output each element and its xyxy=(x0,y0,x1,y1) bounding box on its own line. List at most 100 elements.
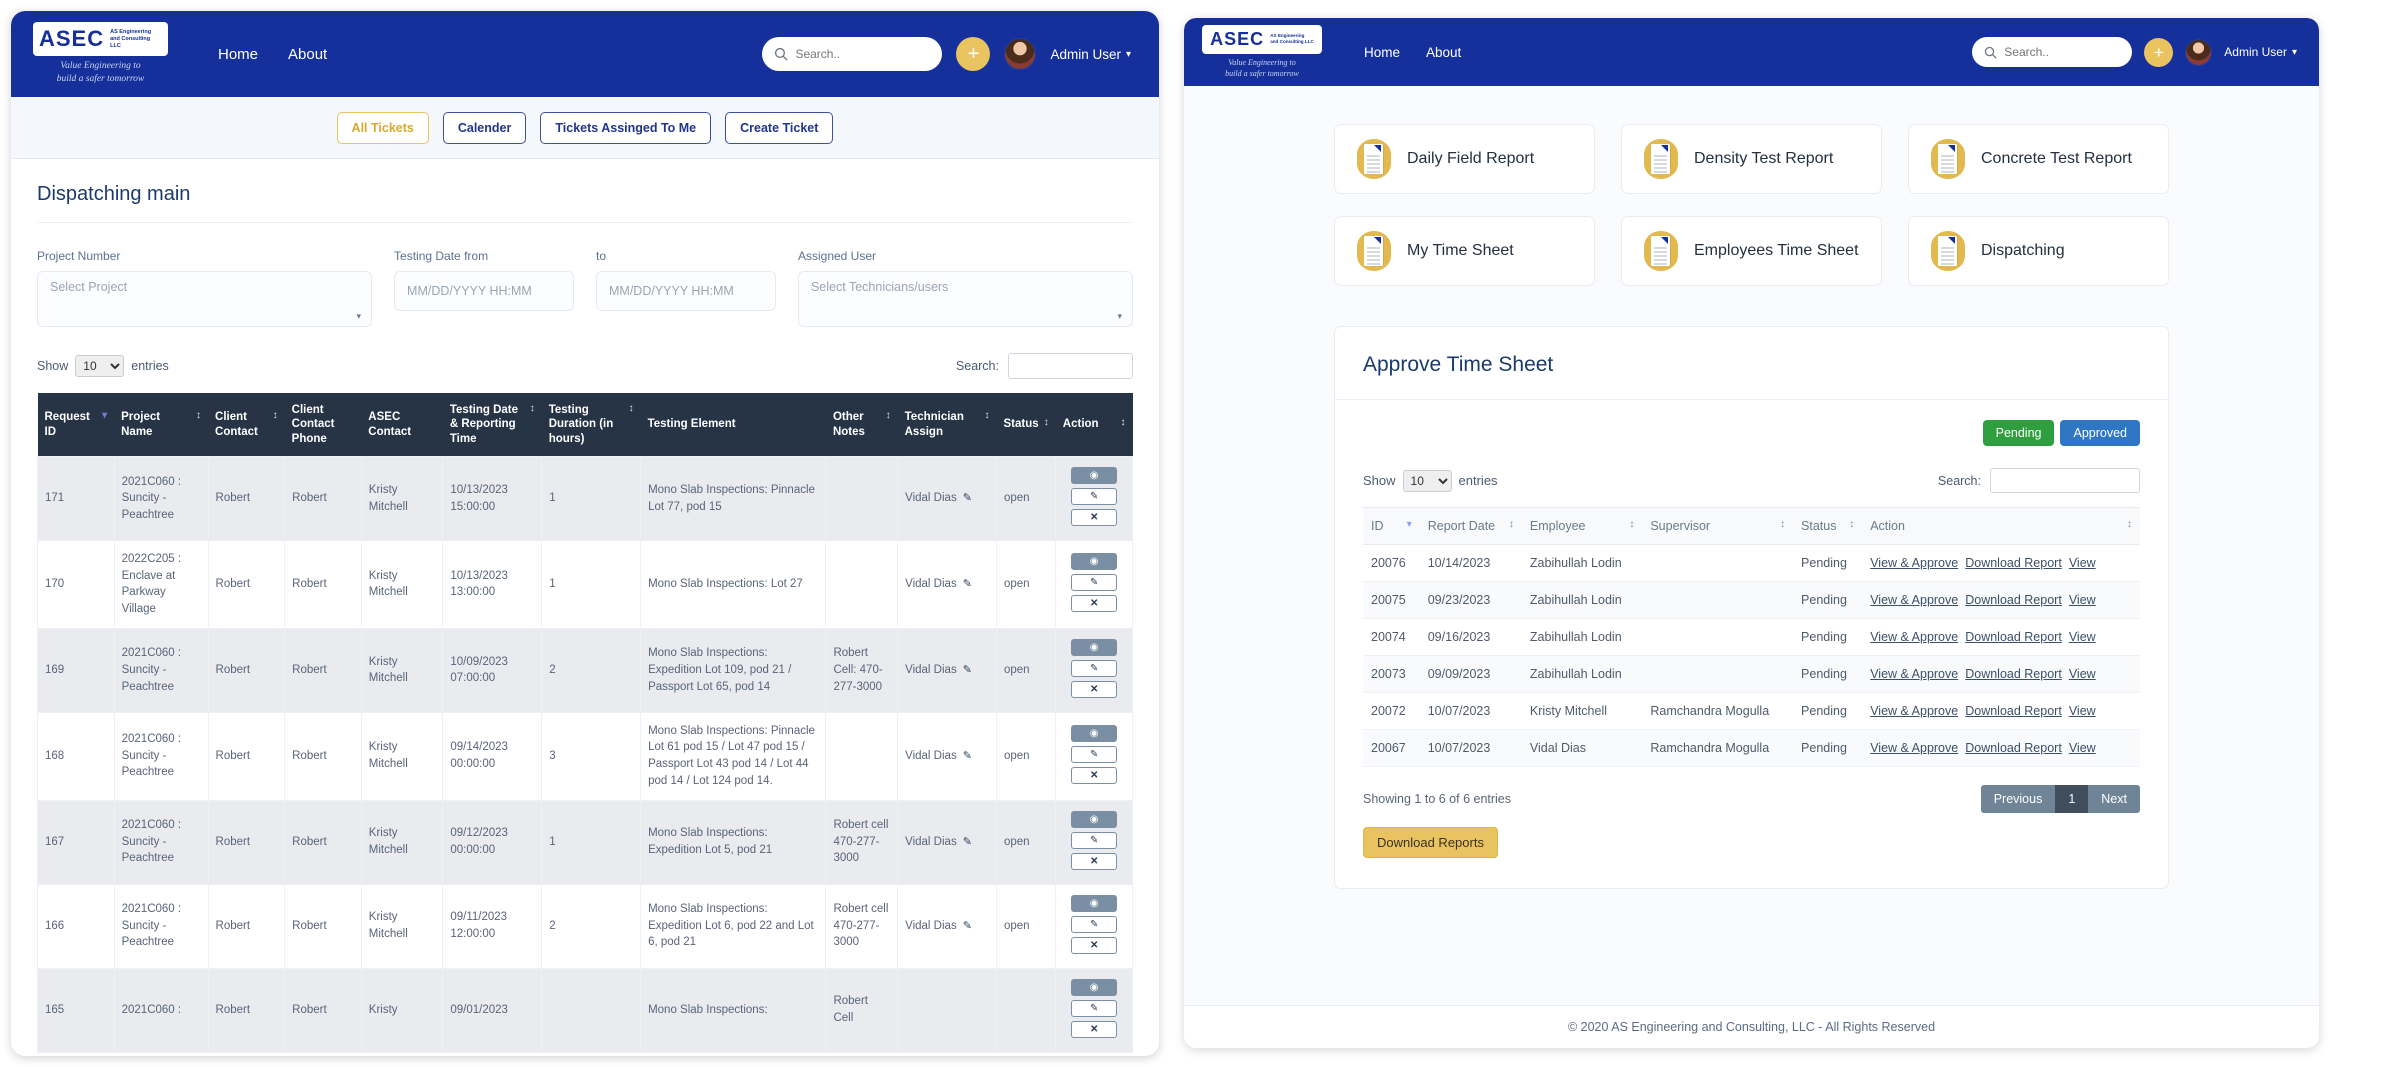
column-header-6[interactable]: ↕ Testing Duration (in hours) xyxy=(541,393,641,457)
column-header-0[interactable]: ID ▾ xyxy=(1363,507,1420,545)
table-row[interactable]: 20075 09/23/2023 Zabihullah Lodin Pending Vi… xyxy=(1363,581,2140,619)
column-header-5[interactable]: Action ↕ xyxy=(1862,507,2140,545)
tile-daily-field-report[interactable]: Daily Field Report xyxy=(1334,124,1595,194)
pagination-previous[interactable]: Previous xyxy=(1980,785,2056,813)
tile-my-time-sheet[interactable]: My Time Sheet xyxy=(1334,216,1595,286)
date-to-input[interactable]: MM/DD/YYYY HH:MM xyxy=(596,271,776,311)
action-view[interactable]: View xyxy=(2069,667,2096,681)
tile-concrete-test-report[interactable]: Concrete Test Report xyxy=(1908,124,2169,194)
action-view-approve[interactable]: View & Approve xyxy=(1870,630,1958,644)
view-button[interactable]: ◉ xyxy=(1071,724,1118,742)
action-view[interactable]: View xyxy=(2069,704,2096,718)
tile-employees-time-sheet[interactable]: Employees Time Sheet xyxy=(1621,216,1882,286)
table-row[interactable]: 169 2021C060 : Suncity - Peachtree Robert R… xyxy=(37,627,1133,713)
table-row[interactable]: 171 2021C060 : Suncity - Peachtree Robert R… xyxy=(37,456,1133,542)
avatar[interactable] xyxy=(1004,38,1037,70)
sort-icon[interactable]: ↕ xyxy=(1780,519,1785,530)
sort-icon[interactable]: ↕ xyxy=(886,410,891,423)
sort-icon[interactable]: ↕ xyxy=(1629,519,1634,530)
edit-pencil-icon[interactable]: ✎ xyxy=(963,664,972,676)
sort-desc-icon[interactable]: ▾ xyxy=(1407,519,1412,530)
pagination-page-1[interactable]: 1 xyxy=(2055,785,2089,813)
tile-density-test-report[interactable]: Density Test Report xyxy=(1621,124,1882,194)
nav-item-about[interactable]: About xyxy=(1426,45,1461,60)
tile-dispatching[interactable]: Dispatching xyxy=(1908,216,2169,286)
table-row[interactable]: 167 2021C060 : Suncity - Peachtree Robert R… xyxy=(37,799,1133,885)
sort-icon[interactable]: ↕ xyxy=(1044,417,1049,430)
column-header-8[interactable]: ↕ Other Notes xyxy=(825,393,898,457)
sort-icon[interactable]: ↕ xyxy=(530,403,535,416)
nav-item-about[interactable]: About xyxy=(288,46,327,63)
action-view-approve[interactable]: View & Approve xyxy=(1870,667,1958,681)
table-row[interactable]: 170 2022C205 : Enclave at Parkway Village… xyxy=(37,540,1133,629)
table-row[interactable]: 168 2021C060 : Suncity - Peachtree Robert R… xyxy=(37,711,1133,801)
table-row[interactable]: 166 2021C060 : Suncity - Peachtree Robert R… xyxy=(37,883,1133,969)
view-button[interactable]: ◉ xyxy=(1071,467,1118,485)
view-button[interactable]: ◉ xyxy=(1071,894,1118,912)
add-button[interactable]: + xyxy=(2144,37,2174,67)
nav-item-home[interactable]: Home xyxy=(218,46,258,63)
action-download-report[interactable]: Download Report xyxy=(1965,667,2062,681)
assigned-user-select[interactable]: Select Technicians/users ▾ xyxy=(797,271,1133,327)
table-row[interactable]: 20076 10/14/2023 Zabihullah Lodin Pending Vi… xyxy=(1363,544,2140,582)
approved-button[interactable]: Approved xyxy=(2060,420,2140,446)
delete-button[interactable]: ✕ xyxy=(1071,852,1118,870)
tab-all-tickets[interactable]: All Tickets xyxy=(336,111,429,144)
column-header-2[interactable]: Employee ↕ xyxy=(1521,507,1643,545)
action-view-approve[interactable]: View & Approve xyxy=(1870,704,1958,718)
action-download-report[interactable]: Download Report xyxy=(1965,704,2062,718)
delete-button[interactable]: ✕ xyxy=(1071,766,1118,784)
column-header-7[interactable]: Testing Element xyxy=(640,393,826,457)
tab-create-ticket[interactable]: Create Ticket xyxy=(725,111,834,144)
sort-icon[interactable]: ↕ xyxy=(2127,519,2132,530)
action-view[interactable]: View xyxy=(2069,630,2096,644)
view-button[interactable]: ◉ xyxy=(1071,978,1118,996)
action-view[interactable]: View xyxy=(2069,741,2096,755)
edit-button[interactable]: ✎ xyxy=(1071,831,1118,849)
project-select[interactable]: Select Project ▾ xyxy=(37,271,373,327)
sort-desc-icon[interactable]: ▾ xyxy=(102,410,107,423)
column-header-2[interactable]: ↕ Client Contact xyxy=(208,393,285,457)
column-header-4[interactable]: ASEC Contact xyxy=(361,393,443,457)
table-row[interactable]: 20073 09/09/2023 Zabihullah Lodin Pending Vi… xyxy=(1363,655,2140,693)
delete-button[interactable]: ✕ xyxy=(1071,509,1118,527)
delete-button[interactable]: ✕ xyxy=(1071,594,1118,612)
column-header-5[interactable]: ↕ Testing Date & Reporting Time xyxy=(442,393,542,457)
add-button[interactable]: + xyxy=(956,37,991,71)
search-input[interactable] xyxy=(795,47,931,61)
edit-pencil-icon[interactable]: ✎ xyxy=(963,836,972,848)
delete-button[interactable]: ✕ xyxy=(1071,1020,1118,1038)
sort-icon[interactable]: ↕ xyxy=(196,410,201,423)
action-download-report[interactable]: Download Report xyxy=(1965,556,2062,570)
header-search[interactable] xyxy=(762,37,943,71)
edit-button[interactable]: ✎ xyxy=(1071,999,1118,1017)
sort-icon[interactable]: ↕ xyxy=(984,410,989,423)
sort-icon[interactable]: ↕ xyxy=(1121,417,1126,430)
column-header-3[interactable]: Client Contact Phone xyxy=(284,393,362,457)
action-view-approve[interactable]: View & Approve xyxy=(1870,593,1958,607)
action-view-approve[interactable]: View & Approve xyxy=(1870,741,1958,755)
delete-button[interactable]: ✕ xyxy=(1071,936,1118,954)
view-button[interactable]: ◉ xyxy=(1071,638,1118,656)
delete-button[interactable]: ✕ xyxy=(1071,680,1118,698)
page-size-select[interactable]: 102550100 xyxy=(75,355,125,377)
brand-logo[interactable]: ASEC AS Engineering and Consulting LLC V… xyxy=(33,22,168,86)
table-row[interactable]: 165 2021C060 : Robert Robert Kristy 09/01/202… xyxy=(37,967,1133,1053)
brand-logo[interactable]: ASEC AS Engineering and Consulting LLC V… xyxy=(1202,24,1322,80)
view-button[interactable]: ◉ xyxy=(1071,552,1118,570)
user-menu[interactable]: Admin User ▾ xyxy=(1050,47,1131,62)
edit-button[interactable]: ✎ xyxy=(1071,488,1118,506)
column-header-3[interactable]: Supervisor ↕ xyxy=(1642,507,1794,545)
column-header-1[interactable]: Report Date ↕ xyxy=(1419,507,1522,545)
user-menu[interactable]: Admin User ▾ xyxy=(2224,45,2297,59)
edit-button[interactable]: ✎ xyxy=(1071,745,1118,763)
sort-icon[interactable]: ↕ xyxy=(1849,519,1854,530)
column-header-0[interactable]: ▾ Request ID xyxy=(37,393,115,457)
edit-button[interactable]: ✎ xyxy=(1071,915,1118,933)
header-search[interactable] xyxy=(1972,37,2133,67)
action-view[interactable]: View xyxy=(2069,593,2096,607)
column-header-4[interactable]: Status ↕ xyxy=(1793,507,1863,545)
column-header-10[interactable]: ↕ Status xyxy=(996,393,1056,457)
table-row[interactable]: 20074 09/16/2023 Zabihullah Lodin Pending Vi… xyxy=(1363,618,2140,656)
column-header-1[interactable]: ↕ Project Name xyxy=(114,393,209,457)
